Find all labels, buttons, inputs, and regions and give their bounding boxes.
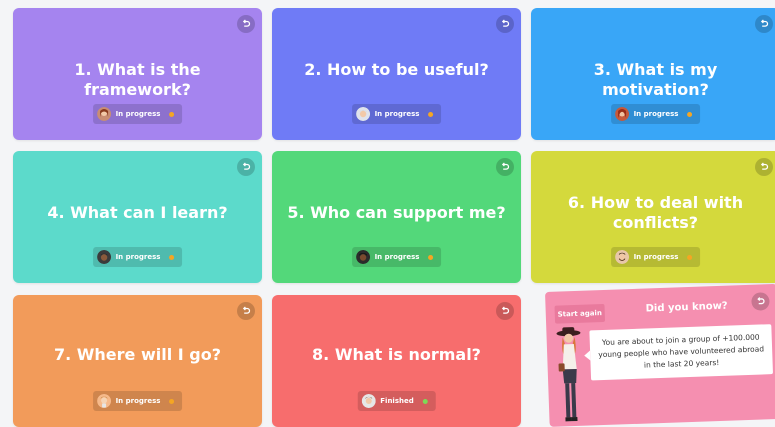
- status-dot: [428, 254, 434, 260]
- status-dot: [169, 111, 175, 117]
- avatar-icon: [96, 107, 111, 121]
- module-card-3[interactable]: 3. What is my motivation? In progress: [531, 8, 775, 140]
- status-badge: In progress: [610, 247, 701, 267]
- status-dot: [169, 398, 175, 404]
- avatar-icon: [355, 250, 370, 264]
- redo-icon[interactable]: [237, 15, 255, 33]
- redo-icon[interactable]: [755, 15, 773, 33]
- redo-icon[interactable]: [751, 292, 770, 311]
- status-dot: [169, 254, 175, 260]
- avatar-icon: [355, 107, 370, 121]
- status-text: In progress: [115, 110, 161, 118]
- module-card-7[interactable]: 7. Where will I go? In progress: [13, 295, 262, 427]
- module-card-1[interactable]: 1. What is the framework? In progress: [13, 8, 262, 140]
- status-dot: [687, 254, 693, 260]
- redo-icon[interactable]: [237, 302, 255, 320]
- avatar-icon: [614, 250, 629, 264]
- status-badge: Finished: [357, 391, 436, 411]
- redo-icon[interactable]: [496, 158, 514, 176]
- did-you-know-card: Start again Did you know? You are about …: [545, 283, 775, 427]
- avatar-icon: [361, 394, 376, 408]
- card-title: 6. How to deal with conflicts?: [567, 193, 744, 232]
- card-title: 8. What is normal?: [312, 345, 481, 364]
- card-title: 4. What can I learn?: [47, 203, 228, 222]
- status-text: In progress: [115, 397, 161, 405]
- status-text: In progress: [374, 110, 420, 118]
- status-text: In progress: [115, 253, 161, 261]
- status-badge: In progress: [351, 247, 442, 267]
- module-card-4[interactable]: 4. What can I learn? In progress: [13, 151, 262, 283]
- avatar-icon: [96, 394, 111, 408]
- status-badge: In progress: [92, 104, 183, 124]
- module-card-8[interactable]: 8. What is normal? Finished: [272, 295, 521, 427]
- card-title: 7. Where will I go?: [53, 345, 222, 364]
- status-badge: In progress: [92, 391, 183, 411]
- status-badge: In progress: [351, 104, 442, 124]
- redo-icon[interactable]: [496, 302, 514, 320]
- redo-icon[interactable]: [496, 15, 514, 33]
- status-text: In progress: [633, 110, 679, 118]
- card-title: 2. How to be useful?: [304, 60, 489, 79]
- card-title: 3. What is my motivation?: [593, 60, 718, 99]
- redo-icon[interactable]: [755, 158, 773, 176]
- redo-icon[interactable]: [237, 158, 255, 176]
- status-text: In progress: [374, 253, 420, 261]
- card-title: 1. What is the framework?: [74, 60, 201, 99]
- status-text: Finished: [380, 397, 414, 405]
- did-you-know-text: You are about to join a group of +100.00…: [589, 324, 774, 381]
- status-text: In progress: [633, 253, 679, 261]
- status-dot: [428, 111, 434, 117]
- module-card-5[interactable]: 5. Who can support me? In progress: [272, 151, 521, 283]
- module-card-2[interactable]: 2. How to be useful? In progress: [272, 8, 521, 140]
- status-badge: In progress: [610, 104, 701, 124]
- avatar-icon: [614, 107, 629, 121]
- avatar-icon: [96, 250, 111, 264]
- card-title: 5. Who can support me?: [287, 203, 506, 222]
- status-badge: In progress: [92, 247, 183, 267]
- start-again-button[interactable]: Start again: [554, 303, 606, 324]
- did-you-know-title: Did you know?: [645, 300, 728, 315]
- girl-illustration: [556, 327, 581, 422]
- status-dot: [687, 111, 693, 117]
- status-dot: [422, 398, 428, 404]
- module-card-6[interactable]: 6. How to deal with conflicts? In progre…: [531, 151, 775, 283]
